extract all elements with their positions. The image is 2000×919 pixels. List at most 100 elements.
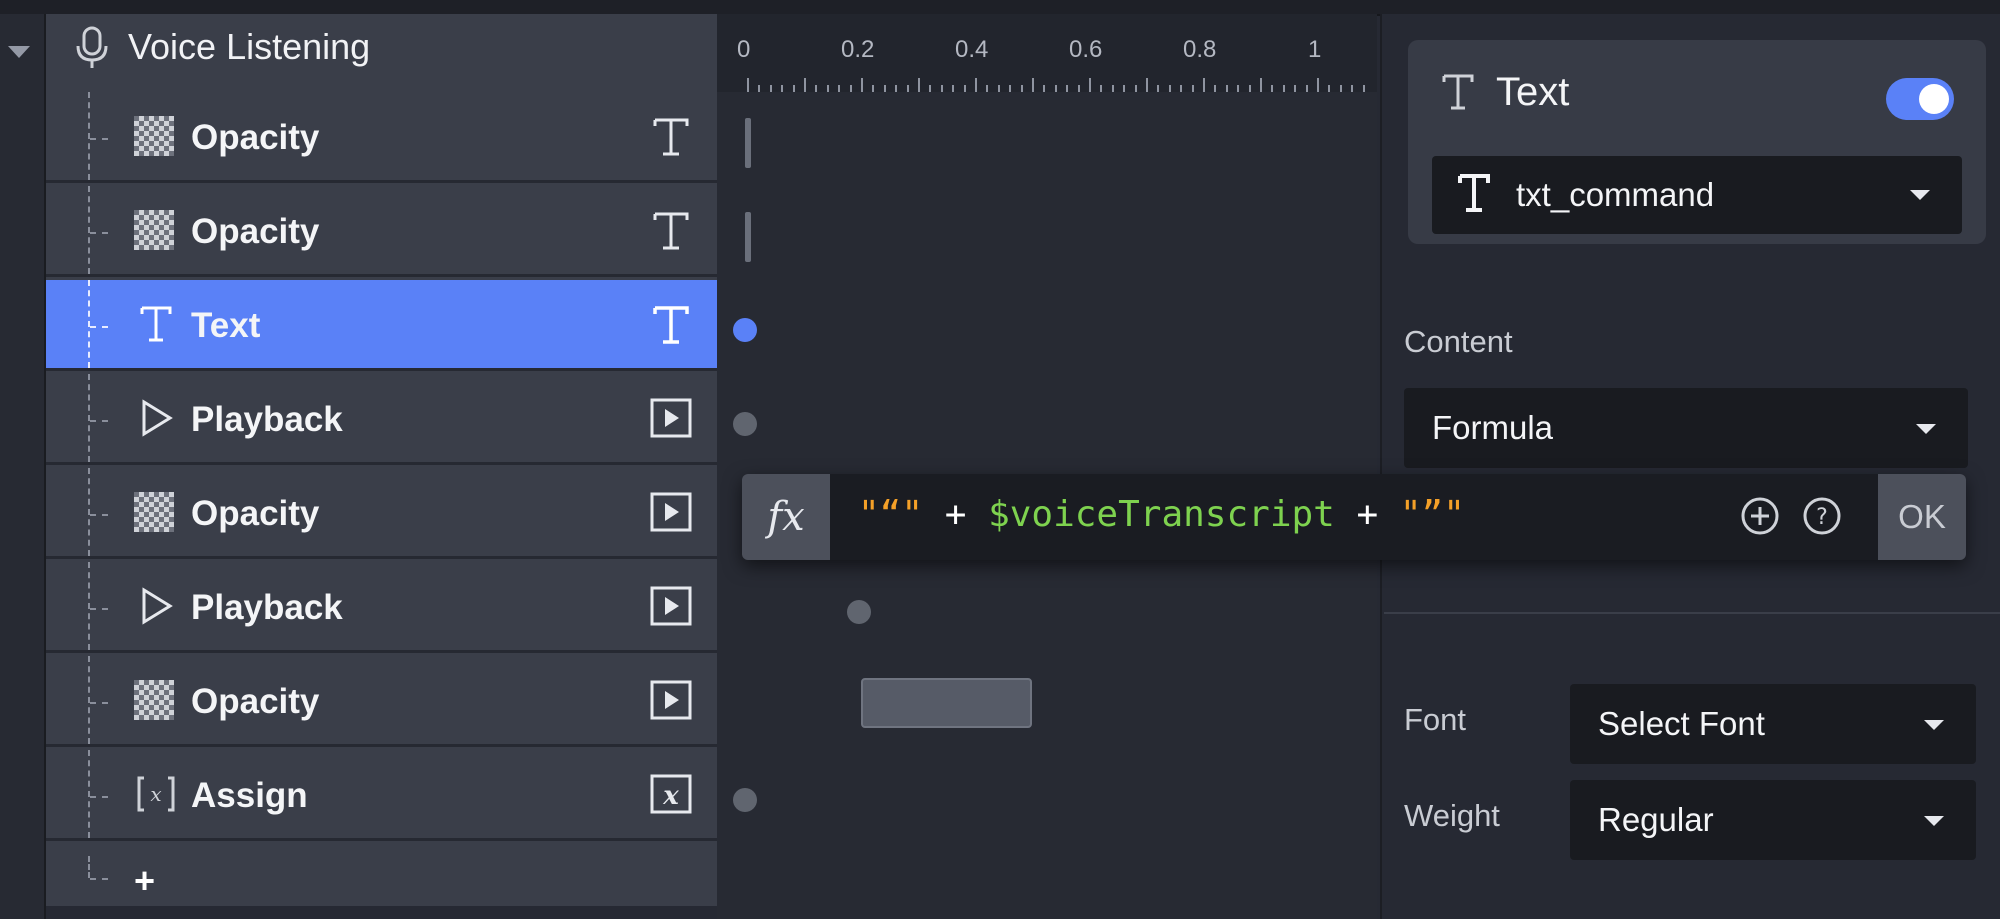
- keyframe-bar[interactable]: [745, 212, 751, 262]
- checker-icon: [134, 114, 178, 158]
- add-layer-row[interactable]: +: [46, 856, 717, 906]
- formula-token-string: "”": [1399, 494, 1465, 535]
- ruler-tick: [1237, 85, 1240, 92]
- tree-line: [90, 796, 108, 798]
- ruler-tick: [1203, 78, 1205, 92]
- target-layer-value: txt_command: [1516, 176, 1715, 213]
- ruler-tick: [918, 78, 920, 92]
- ruler-tick: [1020, 85, 1023, 92]
- ruler-label: 0.6: [1069, 36, 1103, 63]
- ruler-tick: [1271, 85, 1274, 92]
- keyframe-duration-block[interactable]: [861, 678, 1032, 728]
- font-value: Select Font: [1598, 705, 1765, 742]
- timeline-ruler[interactable]: 0 0.2 0.4 0.6 0.8 1: [717, 14, 1377, 92]
- layer-row-opacity[interactable]: Opacity: [46, 468, 717, 559]
- tree-line: [90, 878, 108, 880]
- section-divider: [1384, 612, 2000, 614]
- tree-line: [88, 186, 90, 274]
- layer-row-label: Text: [191, 306, 261, 345]
- ruler-tick: [792, 85, 795, 92]
- help-circle-icon[interactable]: ?: [1802, 496, 1842, 536]
- chevron-down-icon: [1910, 190, 1930, 200]
- ruler-tick: [1089, 78, 1091, 92]
- ruler-label: 1: [1308, 36, 1322, 63]
- tree-line: [88, 280, 90, 368]
- ruler-tick: [781, 85, 784, 92]
- ruler-tick: [1146, 78, 1148, 92]
- ruler-tick: [1168, 85, 1171, 92]
- target-layer-select[interactable]: txt_command: [1432, 156, 1962, 234]
- ruler-tick: [986, 85, 989, 92]
- text-target-card: Text txt_command: [1408, 40, 1986, 244]
- ruler-tick: [1054, 85, 1057, 92]
- keyframe-dot[interactable]: [733, 412, 757, 436]
- text-icon: [649, 112, 693, 160]
- ruler-tick: [758, 85, 761, 92]
- layer-row-playback[interactable]: Playback: [46, 562, 717, 653]
- layer-row-text[interactable]: Text: [46, 280, 717, 371]
- play-box-icon: [649, 394, 693, 442]
- layer-row-label: Opacity: [191, 682, 320, 721]
- ok-button[interactable]: OK: [1878, 474, 1966, 560]
- toggle-knob: [1919, 84, 1949, 114]
- formula-token-operator: +: [1334, 494, 1400, 535]
- add-circle-icon[interactable]: [1740, 496, 1780, 536]
- ruler-tick: [1191, 85, 1194, 92]
- tree-line: [90, 232, 108, 234]
- chevron-down-icon: [1916, 424, 1936, 434]
- weight-select[interactable]: Regular: [1570, 780, 1976, 860]
- ruler-tick: [747, 78, 749, 92]
- weight-value: Regular: [1598, 801, 1714, 838]
- tree-line: [90, 326, 108, 328]
- ruler-tick: [883, 85, 886, 92]
- content-select[interactable]: Formula: [1404, 388, 1968, 468]
- formula-token-string: "“": [858, 494, 924, 535]
- ruler-tick: [1225, 85, 1228, 92]
- text-icon: [134, 302, 178, 346]
- layer-row-opacity[interactable]: Opacity: [46, 186, 717, 277]
- ruler-tick: [815, 85, 818, 92]
- ruler-label: 0.2: [841, 36, 875, 63]
- add-layer-button[interactable]: +: [134, 860, 155, 902]
- variable-icon: x: [134, 772, 178, 816]
- properties-panel: Text txt_command Content Formula Font Se…: [1380, 14, 2000, 919]
- ruler-tick: [1123, 85, 1126, 92]
- ruler-tick: [952, 85, 955, 92]
- tree-line: [90, 702, 108, 704]
- ruler-tick: [1077, 85, 1080, 92]
- keyframe-dot[interactable]: [733, 788, 757, 812]
- keyframe-bar[interactable]: [745, 118, 751, 168]
- svg-text:x: x: [150, 782, 161, 806]
- layer-row-assign[interactable]: x Assign x: [46, 750, 717, 841]
- ruler-tick: [906, 85, 909, 92]
- ruler-tick: [1351, 85, 1354, 92]
- chevron-down-icon: [1924, 720, 1944, 730]
- ruler-tick: [872, 85, 875, 92]
- keyframe-dot-selected[interactable]: [733, 318, 757, 342]
- font-label: Font: [1404, 702, 1467, 737]
- layer-group-header[interactable]: Voice Listening: [46, 14, 717, 94]
- formula-token-operator: +: [923, 494, 989, 535]
- tree-line: [90, 608, 108, 610]
- ruler-tick: [1248, 85, 1251, 92]
- layer-row-playback[interactable]: Playback: [46, 374, 717, 465]
- ruler-tick: [804, 78, 806, 92]
- text-icon: [1438, 70, 1478, 119]
- tree-line: [90, 420, 108, 422]
- enable-toggle[interactable]: [1886, 78, 1954, 120]
- layer-row-label: Opacity: [191, 212, 320, 251]
- ruler-tick: [940, 85, 943, 92]
- layer-group-title: Voice Listening: [128, 26, 371, 67]
- ruler-tick: [769, 85, 772, 92]
- layer-row-opacity[interactable]: Opacity: [46, 656, 717, 747]
- font-select[interactable]: Select Font: [1570, 684, 1976, 764]
- layer-row-label: Opacity: [191, 494, 320, 533]
- collapse-arrow-icon[interactable]: [8, 46, 30, 58]
- formula-input[interactable]: "“" + $voiceTranscript + "”": [858, 494, 1465, 535]
- keyframe-dot[interactable]: [847, 600, 871, 624]
- chevron-down-icon: [1924, 816, 1944, 826]
- card-title: Text: [1496, 70, 1570, 114]
- layer-row-opacity[interactable]: Opacity: [46, 92, 717, 183]
- ruler-tick: [826, 85, 829, 92]
- timeline-panel[interactable]: 0 0.2 0.4 0.6 0.8 1: [717, 14, 1377, 919]
